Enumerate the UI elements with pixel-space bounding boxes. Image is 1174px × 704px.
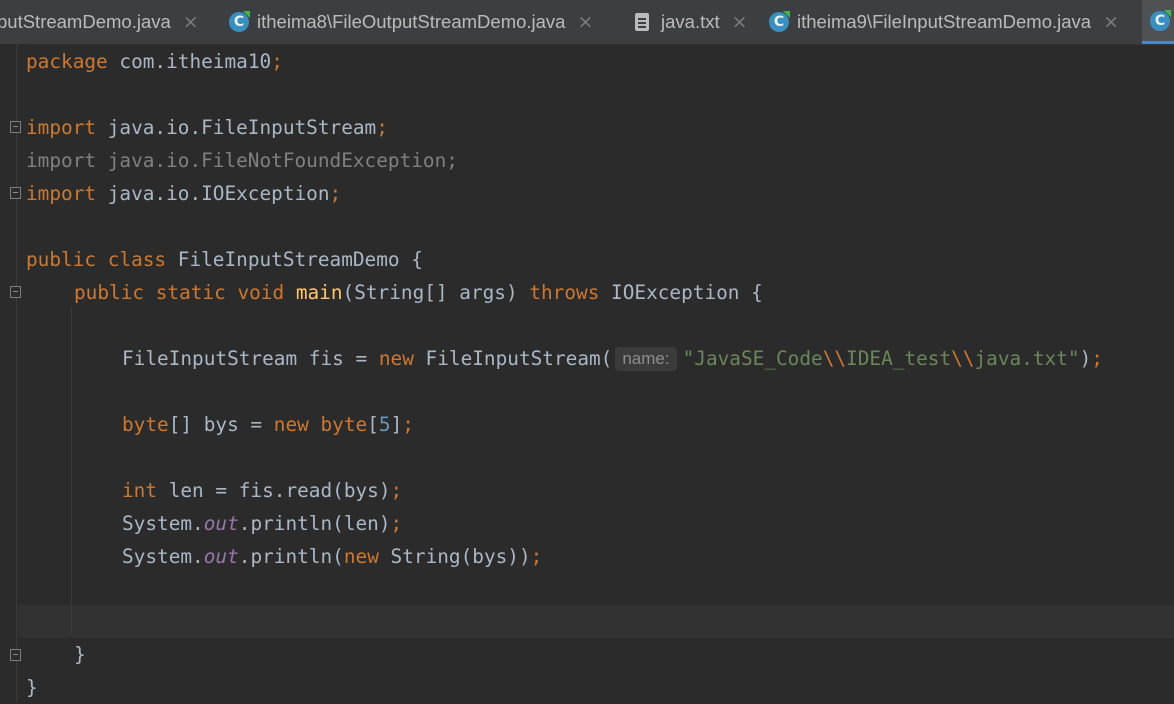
text-file-icon xyxy=(635,13,649,31)
tab-fileinputstreamdemo[interactable]: C itheima9\FileInputStreamDemo.java × xyxy=(769,0,1119,44)
close-icon[interactable]: × xyxy=(183,11,199,33)
code-line-fis-declaration: FileInputStream fis = new FileInputStrea… xyxy=(122,347,1103,371)
parameter-hint: name: xyxy=(615,347,677,371)
code-line-println-len: System.out.println(len); xyxy=(122,512,403,535)
java-class-icon: C xyxy=(1150,11,1170,31)
tab-label: java.txt xyxy=(661,11,720,32)
indent-guide xyxy=(71,308,72,634)
close-icon[interactable]: × xyxy=(577,11,593,33)
tab-java-txt[interactable]: java.txt × xyxy=(635,0,748,44)
tab-label: putStreamDemo.java xyxy=(0,11,171,32)
code-line-package: package com.itheima10; xyxy=(26,50,283,73)
fold-marker-icon[interactable] xyxy=(10,187,21,199)
tab-label: itheima9\FileInputStreamDemo.java xyxy=(797,11,1092,32)
tab-active[interactable]: C xyxy=(1142,0,1174,44)
tab-label: itheima8\FileOutputStreamDemo.java xyxy=(257,11,566,32)
code-line-method-close-brace: } xyxy=(74,643,86,666)
code-line-main-method: public static void main(String[] args) t… xyxy=(74,281,763,304)
code-line-class-declaration: public class FileInputStreamDemo { xyxy=(26,248,423,271)
caret-row-highlight xyxy=(18,605,1174,638)
java-class-icon: C xyxy=(229,12,249,32)
code-line-println-string: System.out.println(new String(bys)); xyxy=(122,545,543,568)
tab-fileoutputstreamdemo[interactable]: C itheima8\FileOutputStreamDemo.java × xyxy=(229,0,593,44)
fold-marker-icon[interactable] xyxy=(10,649,21,661)
code-line-import-ioexception: import java.io.IOException; xyxy=(26,182,342,205)
java-class-icon: C xyxy=(769,12,789,32)
tab-putstreamdemo[interactable]: putStreamDemo.java × xyxy=(0,0,199,44)
fold-marker-icon[interactable] xyxy=(10,121,21,133)
fold-marker-icon[interactable] xyxy=(10,286,21,298)
code-line-read: int len = fis.read(bys); xyxy=(122,479,403,502)
code-editor[interactable]: package com.itheima10; import java.io.Fi… xyxy=(0,44,1174,703)
code-line-import-fileinputstream: import java.io.FileInputStream; xyxy=(26,116,388,139)
fold-guide-line xyxy=(16,44,17,703)
close-icon[interactable]: × xyxy=(732,11,748,33)
editor-tab-bar: putStreamDemo.java × C itheima8\FileOutp… xyxy=(0,0,1174,45)
code-line-class-close-brace: } xyxy=(26,676,38,699)
close-icon[interactable]: × xyxy=(1103,11,1119,33)
code-line-import-unused: import java.io.FileNotFoundException; xyxy=(26,149,458,172)
code-line-byte-array: byte[] bys = new byte[5]; xyxy=(122,413,414,436)
